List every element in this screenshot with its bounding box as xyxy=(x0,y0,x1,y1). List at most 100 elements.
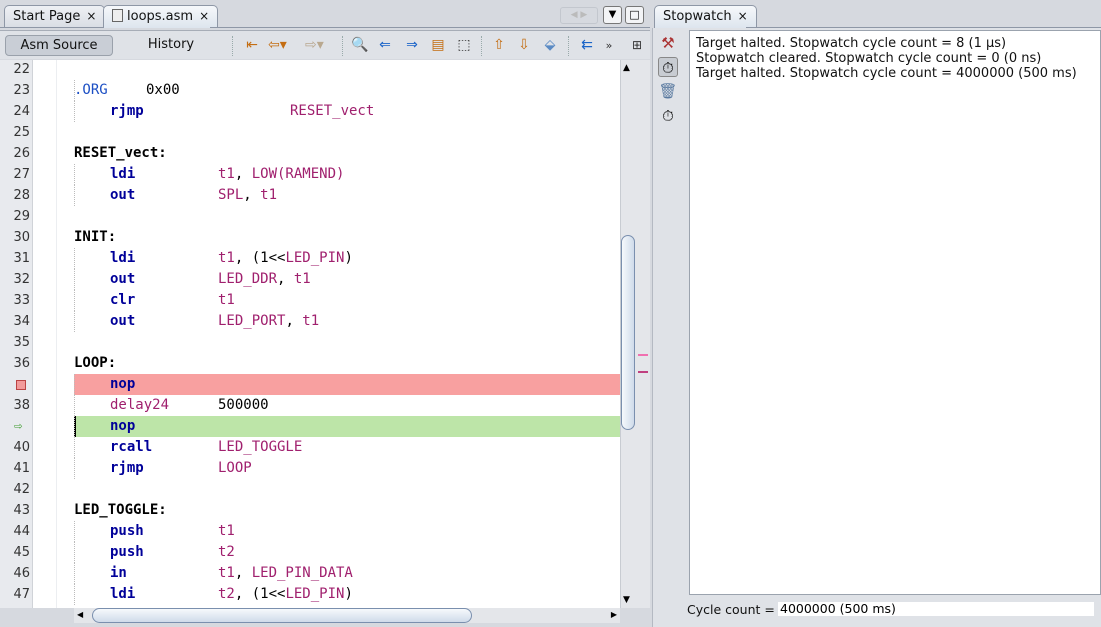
code-line[interactable]: 32 out LED_DDR, t1 xyxy=(0,269,620,290)
code-line[interactable]: 28 out SPL, t1 xyxy=(0,185,620,206)
settings-tools-icon[interactable]: ⚒ xyxy=(658,33,678,53)
operand-token: , xyxy=(277,271,294,287)
tab-label: Stopwatch xyxy=(663,9,732,24)
code-line[interactable]: 38 delay24 500000 xyxy=(0,395,620,416)
vertical-scroll-thumb[interactable] xyxy=(621,235,635,430)
find-next-icon[interactable]: ⇒ xyxy=(403,37,421,54)
line-number: 46 xyxy=(13,566,30,581)
find-icon[interactable]: 🔍 xyxy=(351,37,369,54)
code-line[interactable]: 27 ldi t1, LOW(RAMEND) xyxy=(0,164,620,185)
current-line-mark[interactable] xyxy=(638,371,648,373)
line-number: 34 xyxy=(13,314,30,329)
previous-bookmark-icon[interactable]: ⇧ xyxy=(490,37,508,54)
code-line[interactable]: ⇨ nop xyxy=(0,416,620,437)
tab-divider xyxy=(746,27,1101,28)
split-icon[interactable]: ⊞ xyxy=(628,37,646,54)
find-previous-icon[interactable]: ⇐ xyxy=(376,37,394,54)
code-line[interactable]: 30 INIT: xyxy=(0,227,620,248)
toggle-bookmark-icon[interactable]: ⬙ xyxy=(541,37,559,54)
scroll-down-icon[interactable]: ▼ xyxy=(623,595,630,605)
line-number: 43 xyxy=(13,503,30,518)
cycle-count-value: 4000000 (500 ms) xyxy=(778,602,1094,616)
operand-token: ) xyxy=(344,586,353,602)
tab-start-page[interactable]: Start Page × xyxy=(4,5,106,28)
tab-scroll-buttons[interactable]: ◀ ▶ xyxy=(560,7,598,24)
selection-icon[interactable]: ⬚ xyxy=(455,37,473,54)
forward-icon[interactable]: ⇨▾ xyxy=(305,37,324,54)
code-line[interactable]: 29 xyxy=(0,206,620,227)
code-line[interactable]: 35 xyxy=(0,332,620,353)
maximize-icon[interactable]: □ xyxy=(625,6,644,24)
tab-stopwatch[interactable]: Stopwatch × xyxy=(654,5,757,28)
code-line[interactable]: nop xyxy=(0,374,620,395)
scroll-left-icon[interactable]: ◀ xyxy=(77,610,83,619)
back-icon[interactable]: ⇦▾ xyxy=(268,37,287,54)
code-line[interactable]: 46 in t1, LED_PIN_DATA xyxy=(0,563,620,584)
tab-list-dropdown-icon[interactable]: ▼ xyxy=(603,6,622,24)
next-bookmark-icon[interactable]: ⇩ xyxy=(515,37,533,54)
output-line: Target halted. Stopwatch cycle count = 8… xyxy=(696,36,1007,51)
operand-token: , xyxy=(243,187,261,203)
operands: LED_DDR, t1 xyxy=(218,269,311,290)
code-line[interactable]: 42 xyxy=(0,479,620,500)
operands: t1 xyxy=(218,290,235,311)
asm-source-button[interactable]: Asm Source xyxy=(5,35,113,56)
horizontal-scroll-thumb[interactable] xyxy=(92,608,472,623)
close-icon[interactable]: × xyxy=(86,9,96,23)
code-line[interactable]: 26 RESET_vect: xyxy=(0,143,620,164)
line-number: 32 xyxy=(13,272,30,287)
code-line[interactable]: 31 ldi t1, (1<<LED_PIN) xyxy=(0,248,620,269)
code-editor[interactable]: 22 23 .ORG 0x00 24 rjmp RESET_vect 25 26 RESET_ve… xyxy=(0,60,620,608)
file-icon xyxy=(112,9,123,22)
breakpoint-highlight xyxy=(74,374,620,395)
close-icon[interactable]: × xyxy=(738,9,748,23)
scroll-up-icon[interactable]: ▲ xyxy=(623,63,630,73)
operand-token: , xyxy=(285,313,303,329)
tab-loops-asm[interactable]: loops.asm × xyxy=(103,5,219,28)
code-line[interactable]: 25 xyxy=(0,122,620,143)
breakpoint-icon[interactable] xyxy=(16,380,26,390)
last-edit-icon[interactable]: ⇤ xyxy=(243,37,261,54)
scroll-right-icon[interactable]: ▶ xyxy=(611,610,617,619)
instruction: clr xyxy=(110,292,136,308)
code-line[interactable]: 43 LED_TOGGLE: xyxy=(0,500,620,521)
code-line[interactable]: 44 push t1 xyxy=(0,521,620,542)
indent-guide xyxy=(74,185,75,206)
operand-token: LED_PIN_DATA xyxy=(251,565,353,581)
line-number: 22 xyxy=(13,62,30,77)
operand-token: LED_PIN xyxy=(285,586,345,602)
tab-label: Start Page xyxy=(13,9,81,24)
code-line[interactable]: 33 clr t1 xyxy=(0,290,620,311)
tab-divider xyxy=(210,27,650,28)
trash-icon[interactable]: 🗑 xyxy=(658,81,678,101)
operand-token: , (1<< xyxy=(234,250,286,266)
code-label: LED_TOGGLE: xyxy=(74,502,167,518)
code-line[interactable]: 36 LOOP: xyxy=(0,353,620,374)
line-number: 30 xyxy=(13,230,30,245)
operand-token: , (1<< xyxy=(234,586,286,602)
operand-token: LOOP xyxy=(218,460,252,476)
indent-guide xyxy=(74,164,75,185)
operand-token: LED_DDR xyxy=(218,271,278,287)
code-line[interactable]: 41 rjmp LOOP xyxy=(0,458,620,479)
close-icon[interactable]: × xyxy=(199,9,209,23)
instruction: push xyxy=(110,523,144,539)
toggle-highlight-icon[interactable]: ▤ xyxy=(429,37,447,54)
breakpoint-mark[interactable] xyxy=(638,354,648,356)
code-line[interactable]: 22 xyxy=(0,60,620,80)
code-line[interactable]: 34 out LED_PORT, t1 xyxy=(0,311,620,332)
stopwatch-start-icon[interactable]: ⏱ xyxy=(658,57,678,77)
stopwatch-icon[interactable]: ⏱ xyxy=(658,106,678,126)
code-line[interactable]: 23 .ORG 0x00 xyxy=(0,80,620,101)
operand-token: t1 xyxy=(302,313,320,329)
code-line[interactable]: 24 rjmp RESET_vect xyxy=(0,101,620,122)
instruction: rcall xyxy=(110,439,153,455)
instruction: nop xyxy=(110,376,136,392)
more-icon[interactable]: » xyxy=(600,37,618,54)
history-button[interactable]: History xyxy=(135,35,207,56)
shift-left-icon[interactable]: ⇇ xyxy=(578,37,596,54)
code-line[interactable]: 47 ldi t2, (1<<LED_PIN) xyxy=(0,584,620,605)
code-line[interactable]: 40 rcall LED_TOGGLE xyxy=(0,437,620,458)
line-number: 45 xyxy=(13,545,30,560)
code-line[interactable]: 45 push t2 xyxy=(0,542,620,563)
